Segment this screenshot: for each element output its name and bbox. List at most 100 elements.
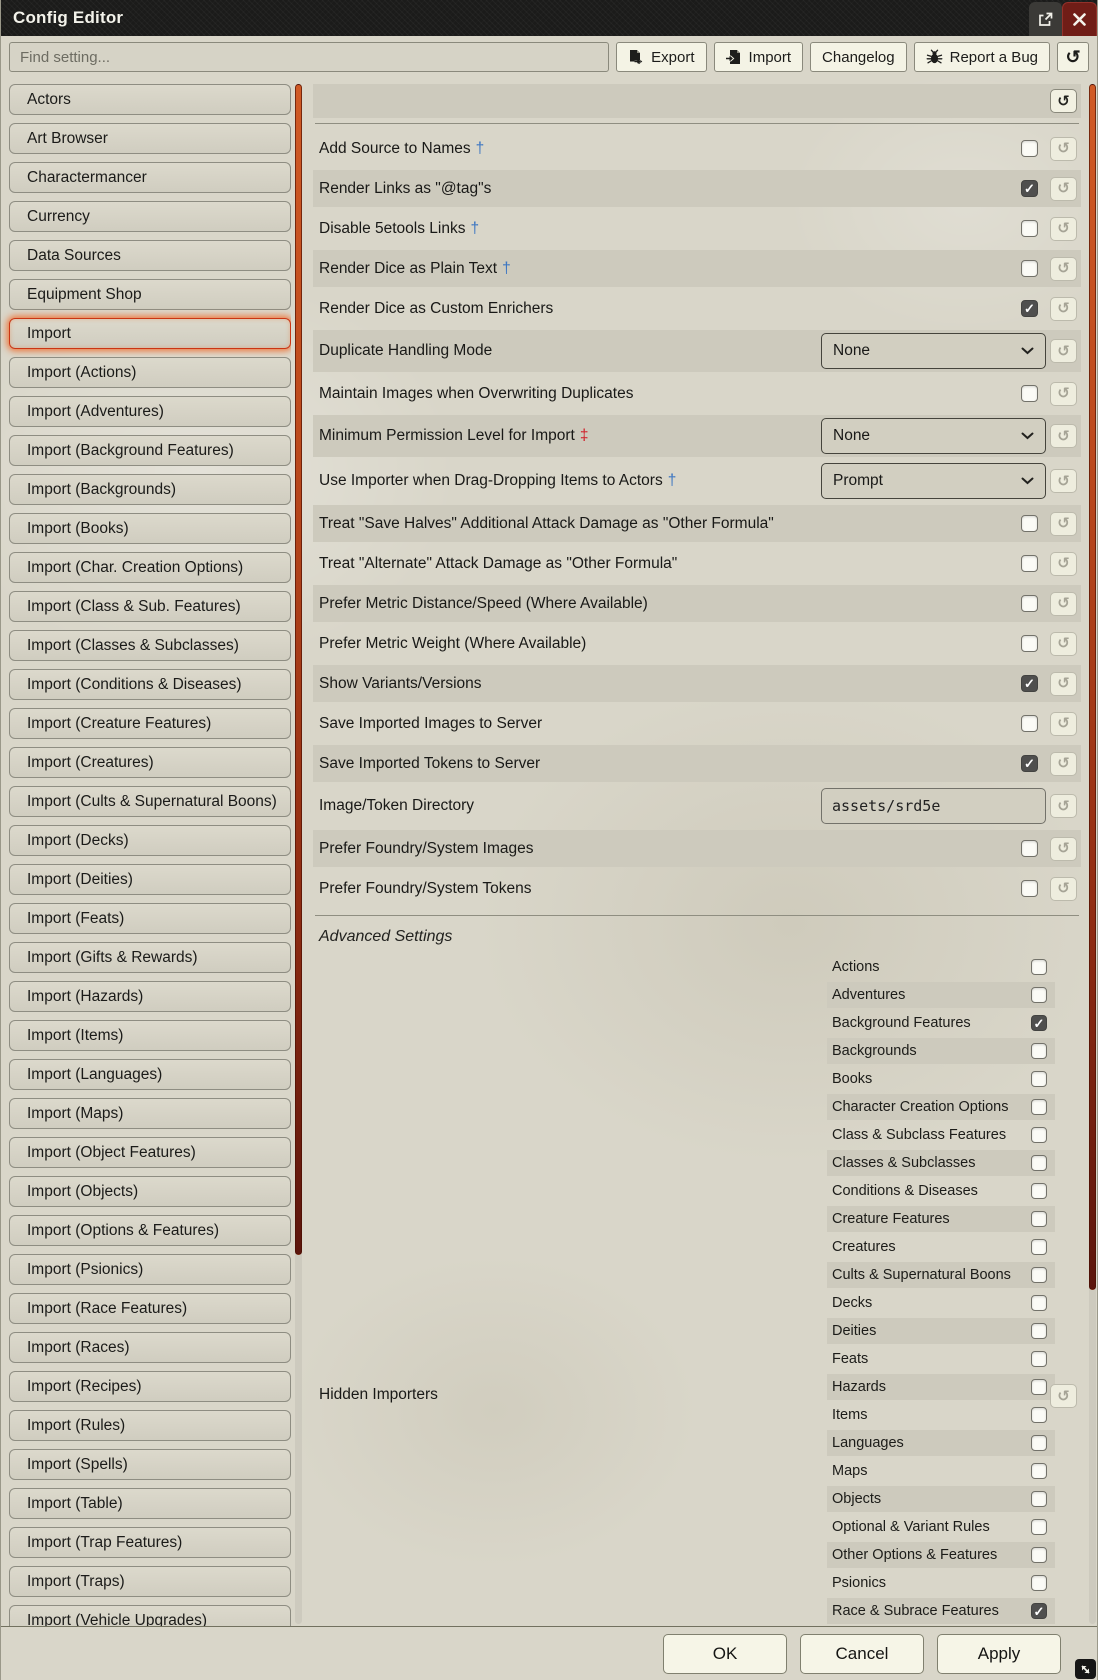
sidebar-item[interactable]: Import (Traps) <box>9 1566 291 1597</box>
titlebar[interactable]: Config Editor <box>1 0 1097 36</box>
reset-hidden-importers-button[interactable]: ↺ <box>1050 1384 1077 1408</box>
hidden-importer-item[interactable]: Classes & Subclasses <box>827 1150 1055 1176</box>
checkbox[interactable] <box>1021 555 1038 572</box>
sidebar-item[interactable]: Import (Conditions & Diseases) <box>9 669 291 700</box>
sidebar-item[interactable]: Import (Spells) <box>9 1449 291 1480</box>
sidebar-item[interactable]: Import (Race Features) <box>9 1293 291 1324</box>
reset-setting-button[interactable]: ↺ <box>1050 137 1077 161</box>
checkbox[interactable] <box>1031 1267 1047 1283</box>
hidden-importer-item[interactable]: Creature Features <box>827 1206 1055 1232</box>
hidden-importer-item[interactable]: Hazards <box>827 1374 1055 1400</box>
checkbox[interactable] <box>1031 1491 1047 1507</box>
cancel-button[interactable]: Cancel <box>800 1634 924 1674</box>
reset-section-button[interactable]: ↺ <box>1050 89 1077 113</box>
hidden-importer-item[interactable]: Psionics <box>827 1570 1055 1596</box>
checkbox[interactable] <box>1021 220 1038 237</box>
sidebar-item[interactable]: Import (Hazards) <box>9 981 291 1012</box>
checkbox[interactable] <box>1031 1043 1047 1059</box>
reset-setting-button[interactable]: ↺ <box>1050 424 1077 448</box>
hidden-importer-item[interactable]: Cults & Supernatural Boons <box>827 1262 1055 1288</box>
reset-setting-button[interactable]: ↺ <box>1050 672 1077 696</box>
sidebar-scrollbar[interactable] <box>295 84 302 1624</box>
reset-setting-button[interactable]: ↺ <box>1050 752 1077 776</box>
dropdown[interactable]: None <box>821 333 1046 369</box>
sidebar-item[interactable]: Import (Recipes) <box>9 1371 291 1402</box>
checkbox[interactable] <box>1021 880 1038 897</box>
sidebar-item[interactable]: Import (Classes & Subclasses) <box>9 630 291 661</box>
checkbox[interactable] <box>1031 1071 1047 1087</box>
apply-button[interactable]: Apply <box>937 1634 1061 1674</box>
checkbox[interactable] <box>1031 959 1047 975</box>
sidebar-item[interactable]: Import (Races) <box>9 1332 291 1363</box>
sidebar-item[interactable]: Import (Vehicle Upgrades) <box>9 1605 291 1626</box>
checkbox[interactable] <box>1031 1295 1047 1311</box>
sidebar-item[interactable]: Import (Backgrounds) <box>9 474 291 505</box>
hidden-importer-item[interactable]: Background Features ✓ <box>827 1010 1055 1036</box>
checkbox[interactable] <box>1021 260 1038 277</box>
dropdown[interactable]: Prompt <box>821 463 1046 499</box>
sidebar-item[interactable]: Import (Items) <box>9 1020 291 1051</box>
hidden-importer-item[interactable]: Character Creation Options <box>827 1094 1055 1120</box>
sidebar-item[interactable]: Import (Maps) <box>9 1098 291 1129</box>
sidebar-item[interactable]: Currency <box>9 201 291 232</box>
checkbox[interactable] <box>1031 1575 1047 1591</box>
sidebar-item[interactable]: Import (Languages) <box>9 1059 291 1090</box>
sidebar-item[interactable]: Import (Char. Creation Options) <box>9 552 291 583</box>
reset-setting-button[interactable]: ↺ <box>1050 877 1077 901</box>
checkbox[interactable] <box>1031 1239 1047 1255</box>
checkbox[interactable] <box>1031 1519 1047 1535</box>
checkbox[interactable] <box>1031 1127 1047 1143</box>
checkbox[interactable] <box>1021 140 1038 157</box>
checkbox[interactable] <box>1031 1547 1047 1563</box>
reset-setting-button[interactable]: ↺ <box>1050 712 1077 736</box>
hidden-importer-item[interactable]: Optional & Variant Rules <box>827 1514 1055 1540</box>
resize-handle[interactable] <box>1075 1659 1096 1679</box>
sidebar-item[interactable]: Import (Trap Features) <box>9 1527 291 1558</box>
hidden-importer-item[interactable]: Creatures <box>827 1234 1055 1260</box>
checkbox[interactable] <box>1021 595 1038 612</box>
hidden-importer-item[interactable]: Actions <box>827 954 1055 980</box>
hidden-importer-item[interactable]: Items <box>827 1402 1055 1428</box>
sidebar-item[interactable]: Import (Psionics) <box>9 1254 291 1285</box>
reset-setting-button[interactable]: ↺ <box>1050 632 1077 656</box>
hidden-importer-item[interactable]: Deities <box>827 1318 1055 1344</box>
checkbox[interactable] <box>1031 1211 1047 1227</box>
sidebar-item[interactable]: Import (Adventures) <box>9 396 291 427</box>
sidebar-item[interactable]: Charactermancer <box>9 162 291 193</box>
sidebar-item[interactable]: Import (Table) <box>9 1488 291 1519</box>
hidden-importer-item[interactable]: Feats <box>827 1346 1055 1372</box>
hidden-importer-item[interactable]: Class & Subclass Features <box>827 1122 1055 1148</box>
sidebar-item[interactable]: Import (Creature Features) <box>9 708 291 739</box>
sidebar-item[interactable]: Import (Creatures) <box>9 747 291 778</box>
sidebar-item[interactable]: Import (Object Features) <box>9 1137 291 1168</box>
checkbox[interactable] <box>1031 1407 1047 1423</box>
reset-setting-button[interactable]: ↺ <box>1050 339 1077 363</box>
reset-setting-button[interactable]: ↺ <box>1050 257 1077 281</box>
reset-setting-button[interactable]: ↺ <box>1050 469 1077 493</box>
checkbox[interactable] <box>1021 515 1038 532</box>
sidebar-item[interactable]: Import (Gifts & Rewards) <box>9 942 291 973</box>
checkbox[interactable] <box>1031 1379 1047 1395</box>
sidebar-item[interactable]: Actors <box>9 84 291 115</box>
checkbox[interactable]: ✓ <box>1021 675 1038 692</box>
sidebar-item[interactable]: Import (Decks) <box>9 825 291 856</box>
hidden-importer-item[interactable]: Objects <box>827 1486 1055 1512</box>
sidebar-item[interactable]: Import (Deities) <box>9 864 291 895</box>
sidebar-item[interactable]: Import (Rules) <box>9 1410 291 1441</box>
checkbox[interactable] <box>1021 840 1038 857</box>
sidebar-item[interactable]: Import (Objects) <box>9 1176 291 1207</box>
search-input[interactable] <box>9 42 609 72</box>
checkbox[interactable] <box>1031 1183 1047 1199</box>
export-button[interactable]: Export <box>616 42 706 72</box>
sidebar-item[interactable]: Art Browser <box>9 123 291 154</box>
checkbox[interactable] <box>1031 1155 1047 1171</box>
popout-button[interactable] <box>1029 2 1062 36</box>
checkbox[interactable] <box>1021 635 1038 652</box>
checkbox[interactable] <box>1031 1323 1047 1339</box>
checkbox[interactable] <box>1021 715 1038 732</box>
hidden-importer-item[interactable]: Other Options & Features <box>827 1542 1055 1568</box>
sidebar-item[interactable]: Import (Options & Features) <box>9 1215 291 1246</box>
sidebar-item[interactable]: Import (Books) <box>9 513 291 544</box>
changelog-button[interactable]: Changelog <box>810 42 907 72</box>
sidebar-item[interactable]: Import (Class & Sub. Features) <box>9 591 291 622</box>
